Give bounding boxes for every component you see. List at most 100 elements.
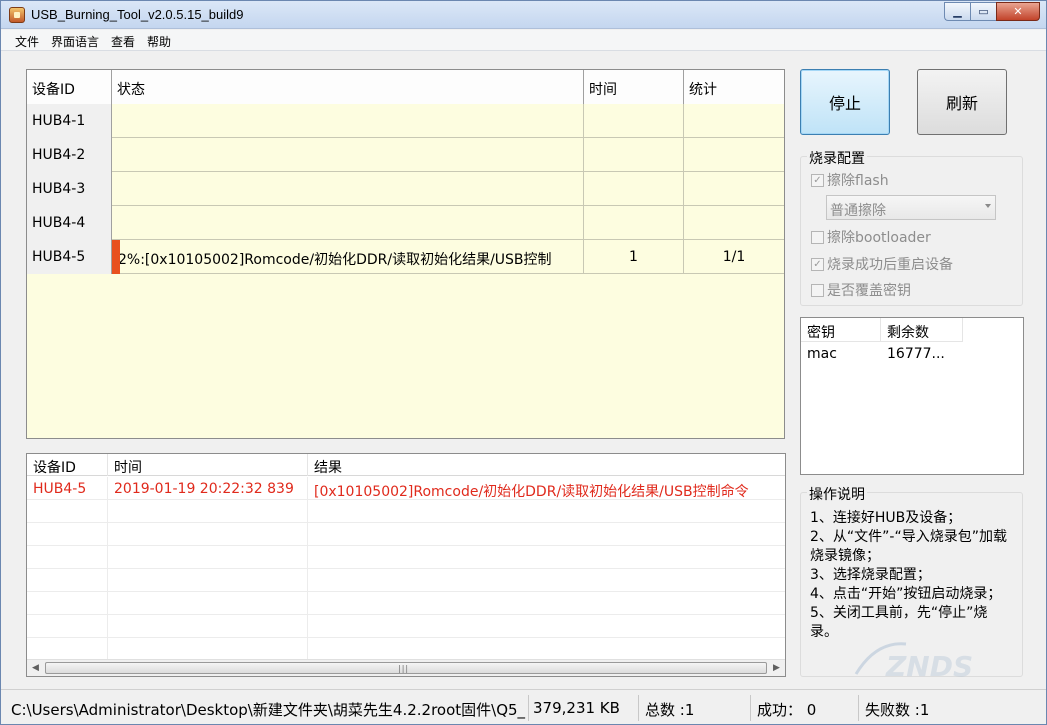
- menu-help[interactable]: 帮助: [141, 30, 177, 50]
- menu-bar: 文件 界面语言 查看 帮助: [1, 30, 1046, 51]
- scrollbar-thumb[interactable]: |||: [45, 662, 767, 674]
- device-stat-cell: 1/1: [722, 249, 746, 265]
- erase-bootloader-checkbox[interactable]: [811, 230, 824, 244]
- log-row-empty: [27, 592, 785, 615]
- column-header-time[interactable]: 时间: [584, 70, 684, 104]
- status-bar: C:\Users\Administrator\Desktop\新建文件夹\胡菜先…: [1, 689, 1046, 724]
- device-status-table[interactable]: 设备ID 状态 时间 统计 HUB4-1 HUB4-2 HUB4-3 HUB4-…: [26, 69, 785, 439]
- log-empty-cell: [27, 546, 108, 569]
- device-time-cell: [584, 206, 684, 240]
- device-status-text: 2%:[0x10105002]Romcode/初始化DDR/读取初始化结果/US…: [118, 252, 552, 268]
- erase-mode-value: 普通擦除: [830, 203, 886, 219]
- instruction-line: 3、选择烧录配置；: [810, 567, 931, 583]
- reboot-after-label: 烧录成功后重启设备: [827, 257, 953, 273]
- log-empty-cell: [108, 569, 308, 592]
- scroll-right-arrow-icon[interactable]: ▶: [768, 660, 785, 676]
- log-result: [0x10105002]Romcode/初始化DDR/读取初始化结果/USB控制…: [314, 484, 749, 500]
- device-table-header: 设备ID 状态 时间 统计: [27, 70, 784, 104]
- maximize-button[interactable]: ▭: [970, 2, 996, 21]
- key-remaining-cell[interactable]: 16777...: [881, 346, 981, 362]
- key-header-key[interactable]: 密钥: [801, 318, 881, 342]
- total-count: 总数 :1: [641, 695, 751, 721]
- log-header-device-id[interactable]: 设备ID: [27, 454, 108, 476]
- menu-language[interactable]: 界面语言: [45, 30, 105, 50]
- close-button[interactable]: ✕: [996, 2, 1040, 21]
- log-row-empty: [27, 546, 785, 569]
- result-log-table[interactable]: 设备ID 时间 结果 HUB4-5 2019-01-19 20:22:32 83…: [26, 453, 786, 677]
- key-table[interactable]: 密钥 剩余数 mac 16777...: [800, 317, 1024, 475]
- log-row[interactable]: HUB4-5 2019-01-19 20:22:32 839 [0x101050…: [27, 477, 785, 500]
- fail-count: 失败数 :1: [865, 701, 930, 719]
- device-id-cell: HUB4-3: [27, 172, 112, 206]
- key-name-cell[interactable]: mac: [801, 346, 881, 362]
- device-time-cell: [584, 138, 684, 172]
- device-id-cell: HUB4-2: [27, 138, 112, 172]
- overwrite-key-checkbox[interactable]: [811, 283, 824, 297]
- overwrite-key-option[interactable]: 是否覆盖密钥: [811, 281, 911, 299]
- device-stat-cell: [684, 172, 784, 206]
- log-empty-cell: [27, 638, 108, 661]
- scrollbar-grip-icon: |||: [398, 664, 410, 673]
- scroll-left-arrow-icon[interactable]: ◀: [27, 660, 44, 676]
- instruction-line: 5、关闭工具前，先“停止”烧录。: [810, 605, 988, 640]
- erase-flash-option[interactable]: ✓ 擦除flash: [811, 171, 889, 189]
- device-status-cell: [112, 138, 584, 172]
- menu-file[interactable]: 文件: [9, 30, 45, 50]
- device-id-cell: HUB4-4: [27, 206, 112, 240]
- menu-view[interactable]: 查看: [105, 30, 141, 50]
- device-time-cell: [584, 104, 684, 138]
- device-row-active[interactable]: HUB4-5 2%:[0x10105002]Romcode/初始化DDR/读取初…: [27, 240, 784, 274]
- title-bar[interactable]: USB_Burning_Tool_v2.0.5.15_build9 ▁ ▭ ✕: [1, 1, 1046, 29]
- device-status-cell: [112, 206, 584, 240]
- erase-mode-select[interactable]: 普通擦除: [826, 195, 996, 220]
- firmware-size: 379,231 KB: [529, 695, 639, 721]
- erase-flash-checkbox[interactable]: ✓: [811, 173, 824, 187]
- column-header-stat[interactable]: 统计: [684, 70, 784, 104]
- horizontal-scrollbar[interactable]: ◀ ||| ▶: [27, 659, 785, 676]
- log-header-time[interactable]: 时间: [108, 454, 308, 476]
- device-row[interactable]: HUB4-1: [27, 104, 784, 138]
- instructions-title: 操作说明: [807, 484, 867, 504]
- log-empty-cell: [27, 569, 108, 592]
- log-empty-cell: [108, 592, 308, 615]
- log-row-empty: [27, 615, 785, 638]
- instruction-line: 4、点击“开始”按钮启动烧录；: [810, 586, 1002, 602]
- erase-flash-label: 擦除flash: [827, 173, 889, 189]
- log-header-result[interactable]: 结果: [308, 454, 785, 476]
- erase-bootloader-label: 擦除bootloader: [827, 230, 931, 246]
- column-header-status[interactable]: 状态: [112, 70, 584, 104]
- key-header-remaining[interactable]: 剩余数: [881, 318, 963, 342]
- instructions-group: 操作说明 1、连接好HUB及设备； 2、从“文件”-“导入烧录包”加载烧录镜像；…: [800, 484, 1023, 677]
- reboot-after-option[interactable]: ✓ 烧录成功后重启设备: [811, 255, 953, 273]
- log-empty-cell: [27, 500, 108, 523]
- device-row[interactable]: HUB4-4: [27, 206, 784, 240]
- success-count: 成功： 0: [753, 695, 859, 721]
- log-empty-cell: [27, 592, 108, 615]
- device-status-cell: 2%:[0x10105002]Romcode/初始化DDR/读取初始化结果/US…: [112, 240, 584, 274]
- device-stat-cell: [684, 104, 784, 138]
- device-row[interactable]: HUB4-3: [27, 172, 784, 206]
- log-table-header: 设备ID 时间 结果: [27, 454, 785, 476]
- device-row[interactable]: HUB4-2: [27, 138, 784, 172]
- column-header-device-id[interactable]: 设备ID: [27, 70, 112, 104]
- device-stat-cell: [684, 138, 784, 172]
- log-row-empty: [27, 523, 785, 546]
- window-controls: ▁ ▭ ✕: [944, 2, 1040, 22]
- instruction-line: 1、连接好HUB及设备；: [810, 510, 962, 526]
- reboot-after-checkbox[interactable]: ✓: [811, 257, 824, 271]
- log-time: 2019-01-19 20:22:32 839: [108, 477, 308, 500]
- log-empty-cell: [27, 523, 108, 546]
- app-window: USB_Burning_Tool_v2.0.5.15_build9 ▁ ▭ ✕ …: [0, 0, 1047, 725]
- stop-button[interactable]: 停止: [800, 69, 890, 135]
- minimize-button[interactable]: ▁: [944, 2, 970, 21]
- log-empty-cell: [108, 500, 308, 523]
- window-title: USB_Burning_Tool_v2.0.5.15_build9: [31, 7, 244, 22]
- refresh-button[interactable]: 刷新: [917, 69, 1007, 135]
- device-status-cell: [112, 104, 584, 138]
- log-empty-cell: [27, 615, 108, 638]
- chevron-down-icon: [985, 204, 991, 208]
- log-empty-cell: [108, 523, 308, 546]
- log-device-id: HUB4-5: [27, 477, 108, 500]
- device-time-cell: [584, 172, 684, 206]
- erase-bootloader-option[interactable]: 擦除bootloader: [811, 228, 931, 246]
